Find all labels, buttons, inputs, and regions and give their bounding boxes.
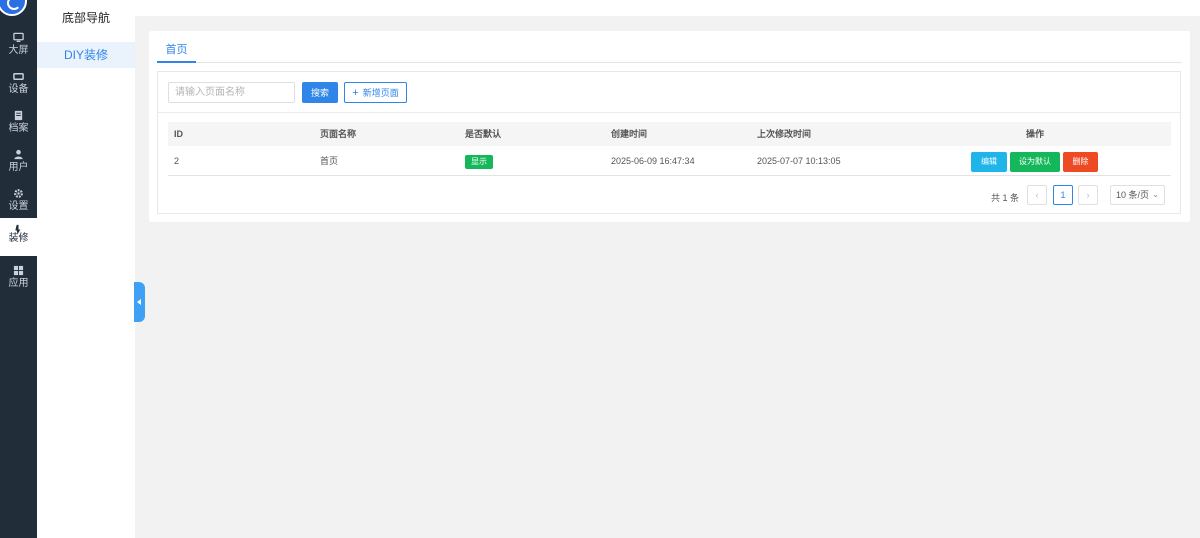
pagination-page-button[interactable]: 1 xyxy=(1053,185,1073,205)
set-default-button[interactable]: 设为默认 xyxy=(1010,152,1060,172)
edit-button[interactable]: 编辑 xyxy=(971,152,1007,172)
pagination-total: 共 1 条 xyxy=(991,193,1020,203)
content-card: 首页 搜索 +新增页面 ID 页面名称 是否默认 创建时间 上次修改时间 操作 … xyxy=(149,31,1190,222)
tab-home[interactable]: 首页 xyxy=(157,39,196,63)
cell-name: 首页 xyxy=(320,156,339,166)
main-rail: 大屏 设备 档案 用户 设置 装修 应用 xyxy=(0,0,37,538)
rail-item-apps[interactable]: 应用 xyxy=(0,263,37,301)
toolbar: 搜索 +新增页面 xyxy=(158,72,1180,113)
tab-bar: 首页 xyxy=(157,39,1182,63)
chevron-down-icon: ⌄ xyxy=(1152,190,1159,199)
rail-item-label: 用户 xyxy=(8,162,29,173)
rail-item-label: 应用 xyxy=(8,278,29,289)
header-default: 是否默认 xyxy=(465,129,502,139)
header-ops: 操作 xyxy=(1026,129,1045,139)
cell-id: 2 xyxy=(174,156,180,166)
add-page-label: 新增页面 xyxy=(362,88,399,98)
logo xyxy=(0,0,30,16)
rail-item-label: 装修 xyxy=(8,233,29,244)
rail-item-label: 设备 xyxy=(8,84,29,95)
sub-sidebar: 底部导航 DIY装修 xyxy=(37,0,135,538)
rail-item-dashboard[interactable]: 大屏 xyxy=(0,30,37,68)
search-button[interactable]: 搜索 xyxy=(302,82,338,103)
rail-item-label: 设置 xyxy=(8,201,29,212)
header-updated: 上次修改时间 xyxy=(757,129,812,139)
pagination-next-button[interactable]: › xyxy=(1078,185,1098,205)
rail-item-label: 大屏 xyxy=(8,45,29,56)
table-header: ID 页面名称 是否默认 创建时间 上次修改时间 操作 xyxy=(168,122,1171,146)
monitor-icon xyxy=(0,30,37,44)
rail-item-archive[interactable]: 档案 xyxy=(0,108,37,146)
delete-button[interactable]: 删除 xyxy=(1063,152,1098,172)
add-page-button[interactable]: + 新增页面 xyxy=(344,82,407,103)
sub-sidebar-item-diy[interactable]: DIY装修 xyxy=(37,42,135,68)
rail-item-decorate[interactable]: 装修 xyxy=(0,218,37,256)
header-name: 页面名称 xyxy=(320,129,357,139)
apps-icon xyxy=(0,263,37,277)
pagination-prev-button[interactable]: ‹ xyxy=(1027,185,1047,205)
header-id: ID xyxy=(174,129,183,139)
page-size-value: 10 条/页 xyxy=(1116,190,1150,200)
sub-sidebar-title: 底部导航 xyxy=(61,11,110,25)
collapse-sidebar-handle[interactable] xyxy=(134,282,145,322)
plus-icon: + xyxy=(352,87,359,99)
search-input[interactable] xyxy=(168,82,295,103)
user-icon xyxy=(0,147,37,161)
page-list-panel: 搜索 +新增页面 ID 页面名称 是否默认 创建时间 上次修改时间 操作 2 首… xyxy=(157,71,1181,214)
archive-icon xyxy=(0,108,37,122)
cell-default: 显示 xyxy=(465,146,493,176)
brush-icon xyxy=(0,218,37,235)
status-badge: 显示 xyxy=(465,154,493,169)
rail-item-user[interactable]: 用户 xyxy=(0,147,37,185)
gear-icon xyxy=(0,186,37,200)
rail-item-label: 档案 xyxy=(8,123,29,134)
top-bar xyxy=(135,0,1200,16)
rail-item-device[interactable]: 设备 xyxy=(0,69,37,107)
cell-created: 2025-06-09 16:47:34 xyxy=(611,156,695,166)
page-size-select[interactable]: 10 条/页 ⌄ xyxy=(1110,185,1165,205)
header-created: 创建时间 xyxy=(611,129,648,139)
cell-updated: 2025-07-07 10:13:05 xyxy=(757,156,841,166)
table-row: 2 首页 显示 2025-06-09 16:47:34 2025-07-07 1… xyxy=(168,146,1171,176)
device-icon xyxy=(0,69,37,83)
